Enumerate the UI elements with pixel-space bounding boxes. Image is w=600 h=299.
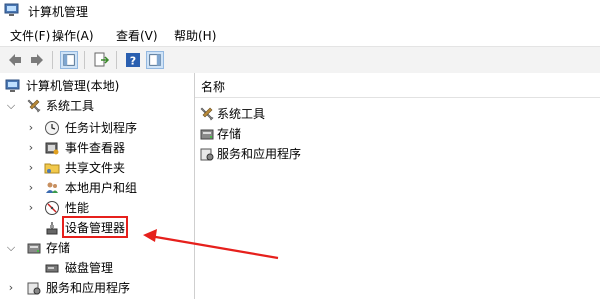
clock-icon <box>45 121 59 135</box>
tree-label: 共享文件夹 <box>65 161 126 175</box>
list-item-label: 系统工具 <box>217 107 266 121</box>
tree-label: 服务和应用程序 <box>46 281 131 295</box>
tree-item-services[interactable]: › 服务和应用程序 <box>0 278 194 298</box>
tools-icon <box>27 99 41 113</box>
console-tree: 计算机管理(本地) ⌵ 系统工具 › 任务计划程序 › 事件查看器 › 共享文件… <box>0 73 195 299</box>
show-action-pane-icon[interactable] <box>146 51 164 69</box>
storage-icon <box>200 129 214 140</box>
chevron-right-icon[interactable]: › <box>26 198 36 218</box>
help-icon[interactable]: ? <box>124 51 142 69</box>
tree-item-disk-management[interactable]: 磁盘管理 <box>0 258 194 278</box>
tree-item-root[interactable]: 计算机管理(本地) <box>0 76 194 96</box>
computer-management-icon <box>4 3 19 16</box>
tree-label: 任务计划程序 <box>65 121 138 135</box>
forward-arrow-icon[interactable] <box>28 51 46 69</box>
list-item-services[interactable]: 服务和应用程序 <box>199 144 399 164</box>
toolbar-separator <box>84 51 85 69</box>
list-item-storage[interactable]: 存储 <box>199 124 399 144</box>
toolbar-separator <box>52 51 53 69</box>
storage-icon <box>27 243 41 254</box>
tree-label: 磁盘管理 <box>65 261 114 275</box>
chevron-down-icon[interactable]: ⌵ <box>6 96 16 116</box>
tree-item-storage[interactable]: ⌵ 存储 <box>0 238 194 258</box>
event-viewer-icon <box>45 142 59 155</box>
tree-item-system-tools[interactable]: ⌵ 系统工具 <box>0 96 194 116</box>
toolbar: ? <box>0 46 600 74</box>
menu-file[interactable]: 文件(F) <box>10 27 50 44</box>
show-tree-icon[interactable] <box>60 51 78 69</box>
tree-label: 性能 <box>65 201 90 215</box>
chevron-right-icon[interactable]: › <box>26 118 36 138</box>
performance-icon <box>45 201 59 215</box>
chevron-down-icon[interactable]: ⌵ <box>6 238 16 258</box>
chevron-right-icon[interactable]: › <box>26 178 36 198</box>
tree-label: 存储 <box>46 241 71 255</box>
services-icon <box>200 148 214 161</box>
window-title: 计算机管理 <box>28 5 89 19</box>
menu-bar: 文件(F) 操作(A) 查看(V) 帮助(H) <box>0 23 600 45</box>
title-bar: 计算机管理 <box>0 0 600 22</box>
shared-folder-icon <box>44 163 60 174</box>
menu-help[interactable]: 帮助(H) <box>174 27 216 44</box>
export-list-icon[interactable] <box>92 51 110 69</box>
tree-label: 计算机管理(本地) <box>26 79 120 93</box>
tree-label: 系统工具 <box>46 99 95 113</box>
list-item-label: 服务和应用程序 <box>217 147 302 161</box>
column-name[interactable]: 名称 <box>201 78 225 95</box>
chevron-right-icon[interactable]: › <box>26 158 36 178</box>
disk-icon <box>45 264 59 273</box>
device-manager-icon <box>46 222 58 235</box>
services-icon <box>27 282 41 295</box>
tree-item-local-users[interactable]: › 本地用户和组 <box>0 178 194 198</box>
tree-item-performance[interactable]: › 性能 <box>0 198 194 218</box>
tree-label: 本地用户和组 <box>65 181 138 195</box>
computer-management-icon <box>5 79 20 92</box>
tree-item-shared-folders[interactable]: › 共享文件夹 <box>0 158 194 178</box>
column-header: 名称 <box>195 73 600 98</box>
list-item-label: 存储 <box>217 127 242 141</box>
chevron-right-icon[interactable]: › <box>26 138 36 158</box>
tree-item-event-viewer[interactable]: › 事件查看器 <box>0 138 194 158</box>
tree-label: 事件查看器 <box>65 141 126 155</box>
tree-item-task-scheduler[interactable]: › 任务计划程序 <box>0 118 194 138</box>
details-pane: 名称 系统工具 存储 服务和应用程序 <box>195 73 600 299</box>
back-arrow-icon[interactable] <box>6 51 24 69</box>
menu-view[interactable]: 查看(V) <box>116 27 158 44</box>
highlight-box <box>62 216 128 238</box>
users-icon <box>46 182 58 193</box>
svg-text:?: ? <box>130 55 136 68</box>
toolbar-separator <box>116 51 117 69</box>
list-item-system-tools[interactable]: 系统工具 <box>199 104 399 124</box>
tools-icon <box>200 107 214 121</box>
chevron-right-icon[interactable]: › <box>6 278 16 298</box>
menu-action[interactable]: 操作(A) <box>52 27 94 44</box>
